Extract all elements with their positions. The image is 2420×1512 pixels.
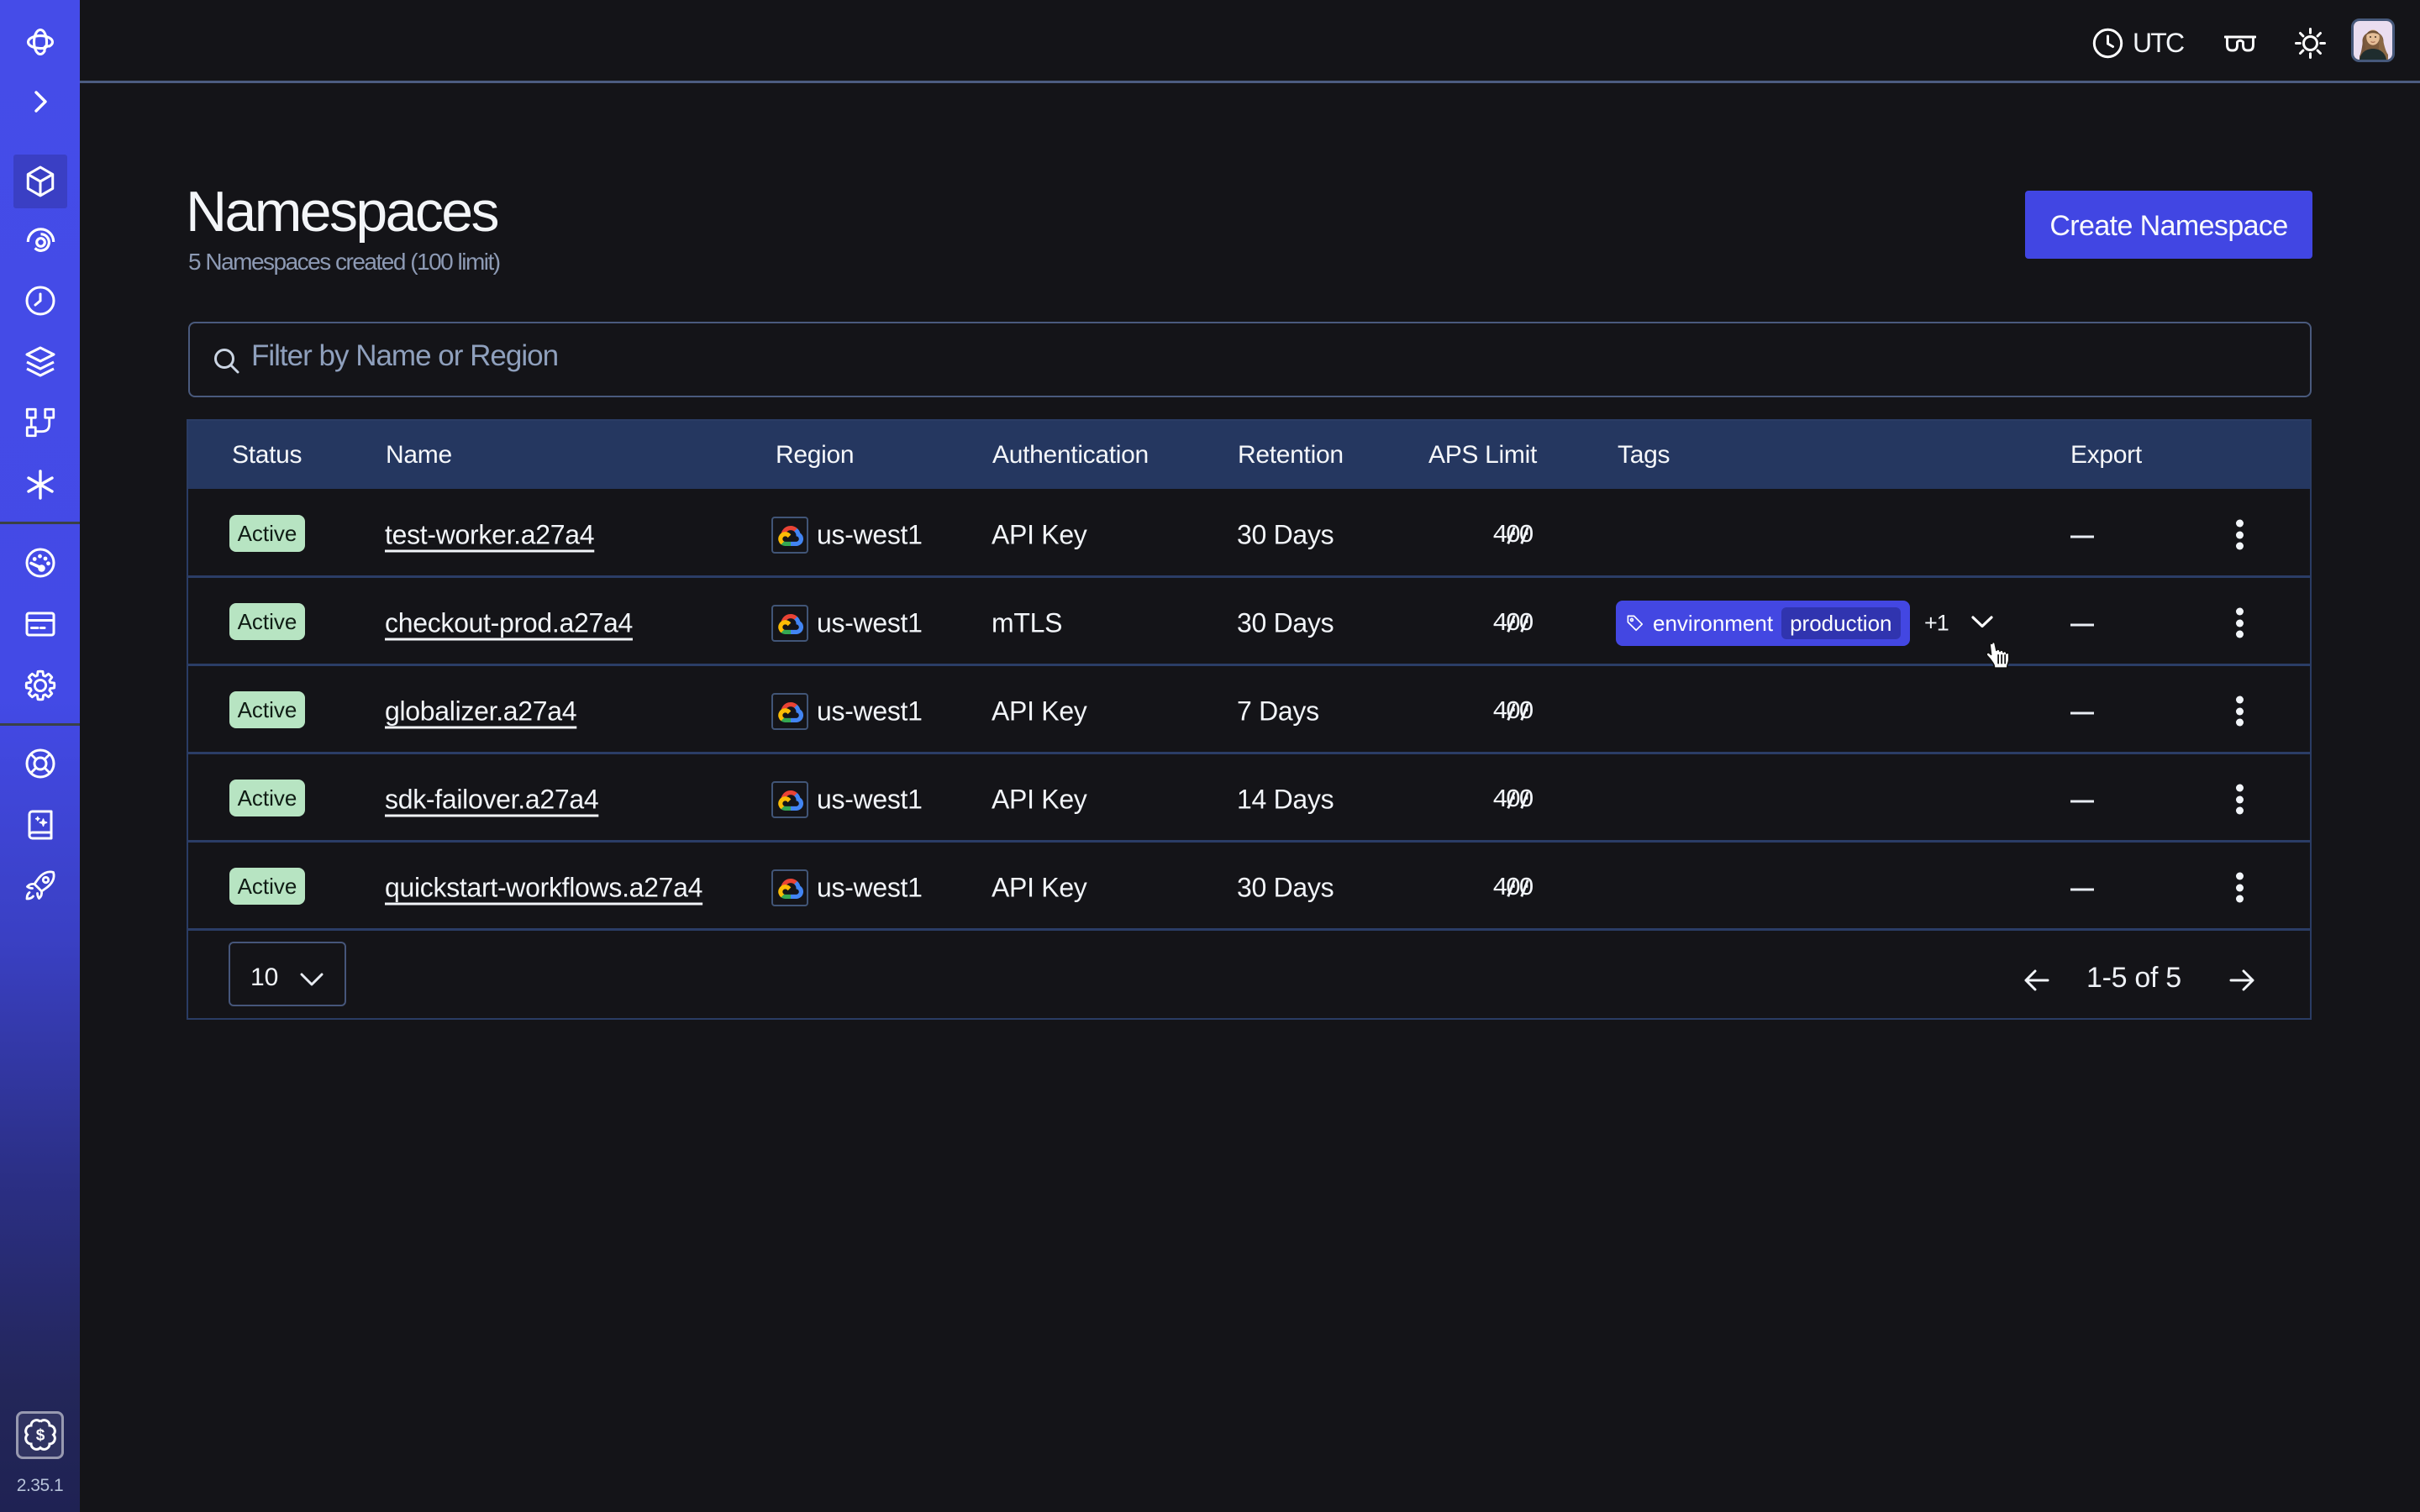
svg-text:$: $ xyxy=(35,1427,45,1445)
